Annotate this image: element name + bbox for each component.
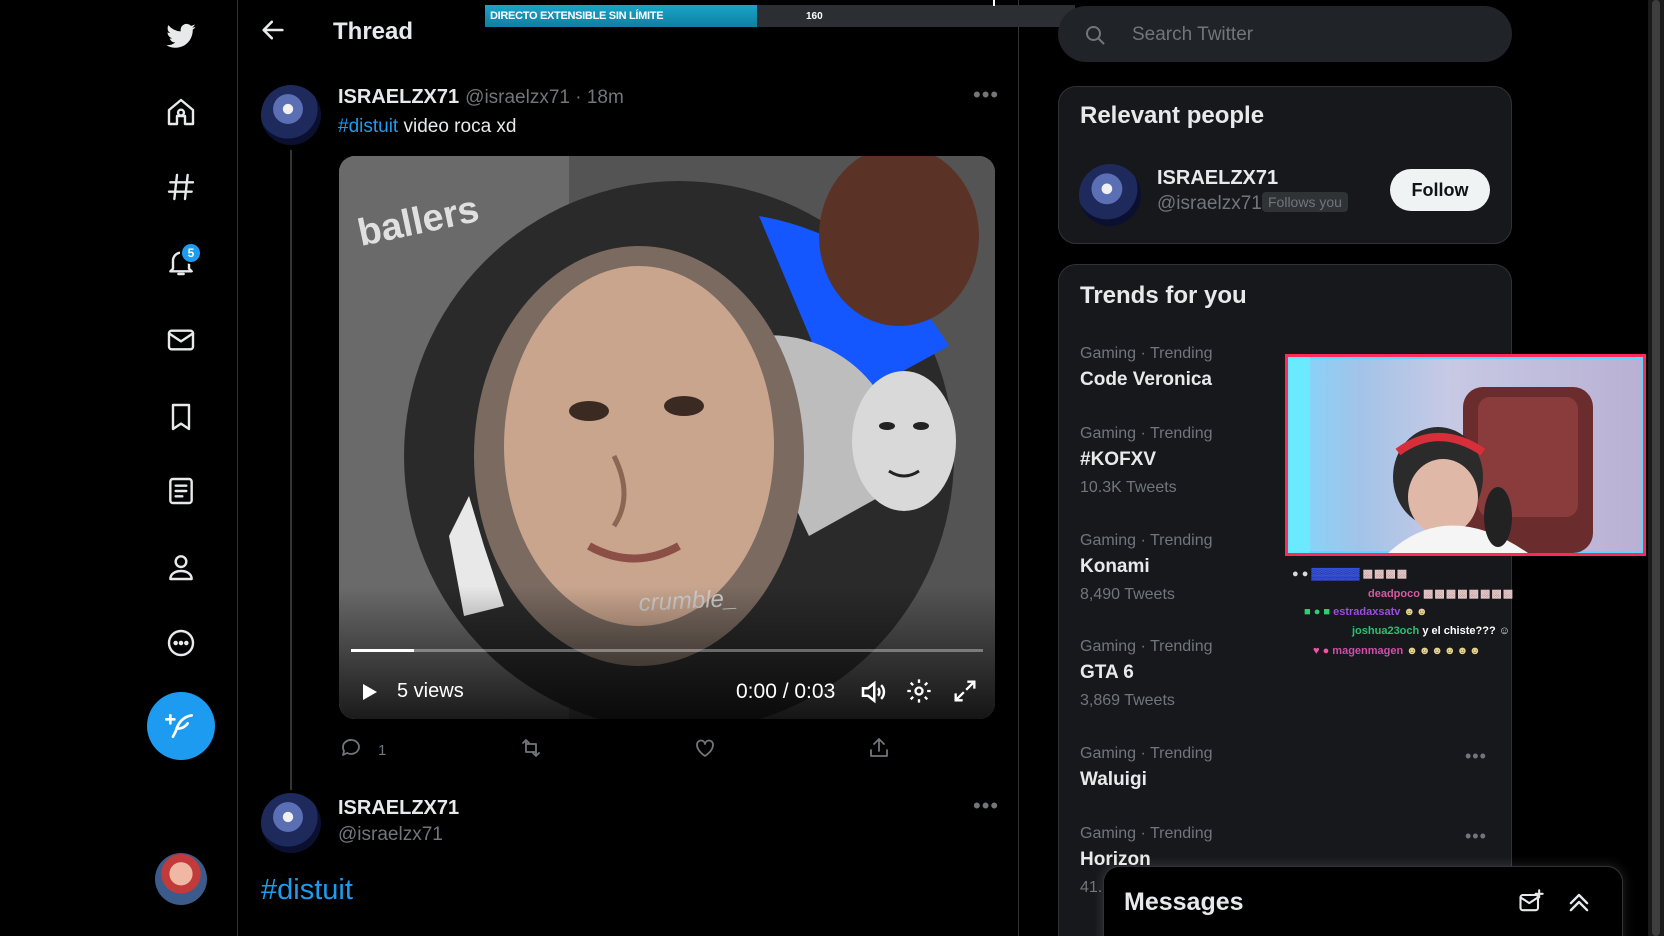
tweet-author-handle[interactable]: @israelzx71 · 18m: [465, 87, 624, 109]
search-input[interactable]: Search Twitter: [1132, 24, 1253, 46]
trend-name: #KOFXV: [1080, 449, 1157, 470]
stream-goal-label: DIRECTO EXTENSIBLE SIN LÍMITE: [490, 10, 664, 22]
chat-message: ● ● ▓▓▓▓▓▓ ▩▩▩▩: [1292, 567, 1408, 580]
home-icon[interactable]: [157, 88, 205, 136]
new-message-icon[interactable]: [1517, 888, 1545, 916]
account-avatar[interactable]: [155, 853, 207, 905]
relevant-person-name[interactable]: ISRAELZX71: [1157, 167, 1278, 190]
messages-dock-title: Messages: [1124, 888, 1244, 916]
compose-tweet-button[interactable]: [147, 692, 215, 760]
video-views: 5 views: [397, 680, 464, 702]
trend-count: 41.: [1080, 879, 1103, 896]
page-scrollbar-thumb[interactable]: [1652, 0, 1660, 936]
messages-mail-icon[interactable]: [157, 316, 205, 364]
tweet-body-text: video roca xd: [398, 116, 517, 137]
tweet-author-name[interactable]: ISRAELZX71: [338, 86, 459, 109]
tweet-hashtag-link[interactable]: #distuit: [338, 116, 398, 137]
chat-emotes: ▩▩▩▩: [1362, 568, 1409, 580]
chat-username: deadpoco: [1368, 588, 1420, 600]
relevant-people-title: Relevant people: [1080, 102, 1265, 129]
trend-meta: Gaming · Trending: [1080, 825, 1213, 842]
chat-badge-icons: ♥ ●: [1313, 645, 1333, 657]
reply-more-options-icon[interactable]: •••: [973, 793, 999, 819]
trend-name: Konami: [1080, 556, 1150, 577]
chat-message: ■ ● ■ estradaxsatv ☻☻: [1304, 606, 1429, 618]
reply-author-name[interactable]: ISRAELZX71: [338, 797, 459, 820]
tweet-more-options-icon[interactable]: •••: [973, 82, 999, 108]
chat-username: magenmagen: [1332, 645, 1404, 657]
chat-username: joshua23och: [1352, 625, 1420, 637]
chat-emotes: ▩▩▩▩▩▩▩▩: [1423, 588, 1515, 600]
trend-name: GTA 6: [1080, 662, 1134, 683]
chat-badge-icons: ■ ● ■: [1304, 606, 1334, 618]
chat-emotes: ☻☻: [1403, 606, 1429, 618]
streamer-webcam: [1285, 354, 1646, 556]
volume-icon[interactable]: [858, 677, 888, 707]
chat-emotes: ☺: [1498, 625, 1510, 637]
fullscreen-icon[interactable]: [951, 677, 979, 705]
tweet-author-avatar[interactable]: [261, 85, 321, 145]
reply-hashtag-link[interactable]: #distuit: [261, 874, 353, 907]
chat-message: ♥ ● magenmagen ☻☻☻☻☻☻: [1313, 645, 1482, 657]
webcam-frame-art: [1288, 357, 1593, 553]
trend-name: Code Veronica: [1080, 369, 1212, 390]
chat-text: y el chiste???: [1422, 625, 1496, 637]
stream-goal-tick: [993, 0, 995, 6]
search-box[interactable]: [1058, 6, 1512, 62]
lists-icon[interactable]: [157, 467, 205, 515]
trend-meta: Gaming · Trending: [1080, 425, 1213, 442]
page-title: Thread: [333, 18, 414, 45]
trends-title: Trends for you: [1080, 282, 1247, 309]
reply-author-avatar[interactable]: [261, 793, 321, 853]
trend-count: 3,869 Tweets: [1080, 692, 1175, 709]
back-arrow-icon[interactable]: [259, 16, 295, 52]
video-progress-track[interactable]: [351, 649, 983, 652]
video-frame-art: ballers crumble_: [339, 156, 995, 719]
share-icon[interactable]: [867, 736, 891, 760]
feather-plus-icon: [165, 714, 193, 738]
tweet-video[interactable]: ballers crumble_: [339, 156, 995, 719]
video-time: 0:00 / 0:03: [736, 680, 836, 703]
stream-goal-value: 160: [806, 11, 823, 22]
trend-more-options-icon[interactable]: •••: [1465, 826, 1487, 847]
reply-icon[interactable]: [339, 736, 363, 760]
reply-count: 1: [378, 742, 387, 759]
chat-badge-icons: ● ●: [1292, 568, 1312, 580]
like-heart-icon[interactable]: [693, 736, 717, 760]
trend-meta: Gaming · Trending: [1080, 745, 1213, 762]
twitter-logo-icon[interactable]: [157, 12, 205, 60]
play-icon[interactable]: [357, 680, 381, 704]
video-progress-fill: [351, 649, 414, 652]
trend-count: 10.3K Tweets: [1080, 479, 1177, 496]
thread-connector-line: [290, 150, 292, 790]
chat-username: ▓▓▓▓▓▓: [1311, 568, 1360, 580]
settings-gear-icon[interactable]: [905, 677, 933, 705]
trend-count: 8,490 Tweets: [1080, 586, 1175, 603]
video-frame: ballers crumble_: [339, 156, 995, 719]
expand-chevrons-icon[interactable]: [1565, 888, 1593, 916]
follows-you-badge: Follows you: [1262, 192, 1348, 212]
trend-meta: Gaming · Trending: [1080, 638, 1213, 655]
chat-username: estradaxsatv: [1333, 606, 1401, 618]
retweet-icon[interactable]: [519, 736, 543, 760]
chat-emotes: ☻☻☻☻☻☻: [1406, 645, 1482, 657]
more-icon[interactable]: [157, 619, 205, 667]
chat-message: joshua23och y el chiste??? ☺: [1352, 625, 1510, 637]
profile-icon[interactable]: [157, 543, 205, 591]
search-icon: [1083, 23, 1107, 47]
trend-more-options-icon[interactable]: •••: [1465, 746, 1487, 767]
trend-meta: Gaming · Trending: [1080, 532, 1213, 549]
notification-count-badge: 5: [180, 242, 202, 264]
follow-button[interactable]: Follow: [1390, 169, 1490, 211]
explore-hashtag-icon[interactable]: [157, 163, 205, 211]
tweet-text: #distuit video roca xd: [338, 116, 517, 138]
trend-meta: Gaming · Trending: [1080, 345, 1213, 362]
relevant-person-handle[interactable]: @israelzx71: [1157, 193, 1262, 215]
relevant-person-avatar[interactable]: [1079, 164, 1141, 226]
trend-name: Waluigi: [1080, 769, 1147, 790]
bookmarks-icon[interactable]: [157, 393, 205, 441]
reply-author-handle[interactable]: @israelzx71: [338, 824, 443, 846]
chat-message: deadpoco ▩▩▩▩▩▩▩▩: [1368, 587, 1514, 600]
tweet-header: ISRAELZX71 @israelzx71 · 18m: [338, 86, 624, 109]
